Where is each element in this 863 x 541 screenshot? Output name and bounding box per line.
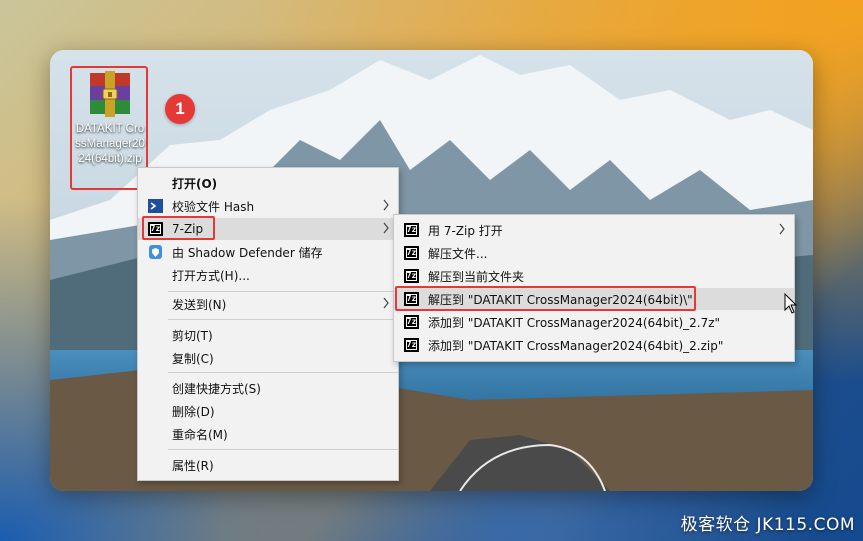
mouse-cursor-icon [784, 293, 798, 314]
7zip-highlight-box [142, 216, 215, 240]
menu-item-label: 发送到(N) [172, 297, 227, 312]
menu-item-label: 添加到 "DATAKIT CrossManager2024(64bit)_2.7… [428, 315, 721, 330]
menu-item-properties[interactable]: 属性(R) [138, 454, 398, 476]
extract-highlight-box [395, 286, 696, 311]
context-menu: 打开(O) 校验文件 Hash 7z 7-Zip 由 Shadow Defend… [137, 167, 399, 481]
menu-item-copy[interactable]: 复制(C) [138, 347, 398, 369]
rar-archive-icon[interactable] [88, 71, 132, 117]
menu-item-rename[interactable]: 重命名(M) [138, 423, 398, 445]
submenu-item-add-7z[interactable]: 7z 添加到 "DATAKIT CrossManager2024(64bit)_… [394, 311, 794, 333]
menu-separator [168, 449, 398, 450]
menu-item-open[interactable]: 打开(O) [138, 172, 398, 194]
menu-item-label: 解压文件... [428, 246, 488, 261]
menu-item-label: 复制(C) [172, 351, 214, 366]
menu-item-open-with[interactable]: 打开方式(H)... [138, 264, 398, 286]
7zip-icon: 7z [404, 223, 419, 237]
menu-item-label: 由 Shadow Defender 储存 [172, 245, 323, 260]
7zip-icon: 7z [404, 315, 419, 329]
menu-item-shadow-defender[interactable]: 由 Shadow Defender 储存 [138, 241, 398, 263]
menu-item-label: 校验文件 Hash [172, 199, 255, 214]
7zip-icon: 7z [404, 269, 419, 283]
submenu-item-add-zip[interactable]: 7z 添加到 "DATAKIT CrossManager2024(64bit)_… [394, 334, 794, 356]
menu-item-label: 删除(D) [172, 404, 215, 419]
menu-item-label: 属性(R) [172, 458, 214, 473]
menu-item-label: 重命名(M) [172, 427, 228, 442]
chevron-right-icon [383, 199, 389, 211]
menu-item-label: 添加到 "DATAKIT CrossManager2024(64bit)_2.z… [428, 338, 724, 353]
submenu-item-extract-here[interactable]: 7z 解压到当前文件夹 [394, 265, 794, 287]
7zip-icon: 7z [404, 338, 419, 352]
step-badge-1: 1 [165, 94, 195, 124]
menu-item-create-shortcut[interactable]: 创建快捷方式(S) [138, 377, 398, 399]
chevron-right-icon [779, 223, 785, 235]
submenu-item-extract-files[interactable]: 7z 解压文件... [394, 242, 794, 264]
chevron-right-icon [383, 297, 389, 309]
menu-item-hash[interactable]: 校验文件 Hash [138, 195, 398, 217]
menu-item-delete[interactable]: 删除(D) [138, 400, 398, 422]
shield-icon [149, 245, 162, 259]
submenu-item-open-with-7zip[interactable]: 7z 用 7-Zip 打开 [394, 219, 794, 241]
menu-separator [168, 372, 398, 373]
menu-item-label: 用 7-Zip 打开 [428, 223, 503, 238]
chevron-right-icon [383, 222, 389, 234]
menu-item-cut[interactable]: 剪切(T) [138, 324, 398, 346]
menu-item-label: 打开(O) [172, 176, 218, 191]
7zip-icon: 7z [404, 246, 419, 260]
menu-separator [168, 291, 398, 292]
watermark-text: 极客软仓 JK115.COM [680, 515, 855, 535]
menu-separator [168, 319, 398, 320]
menu-item-send-to[interactable]: 发送到(N) [138, 293, 398, 315]
menu-item-label: 打开方式(H)... [172, 268, 250, 283]
terminal-icon [148, 199, 163, 213]
menu-item-label: 创建快捷方式(S) [172, 381, 261, 396]
menu-item-label: 剪切(T) [172, 328, 213, 343]
file-icon-label[interactable]: DATAKIT CrossManager2024(64bit).zip [74, 122, 146, 167]
menu-item-label: 解压到当前文件夹 [428, 269, 525, 284]
